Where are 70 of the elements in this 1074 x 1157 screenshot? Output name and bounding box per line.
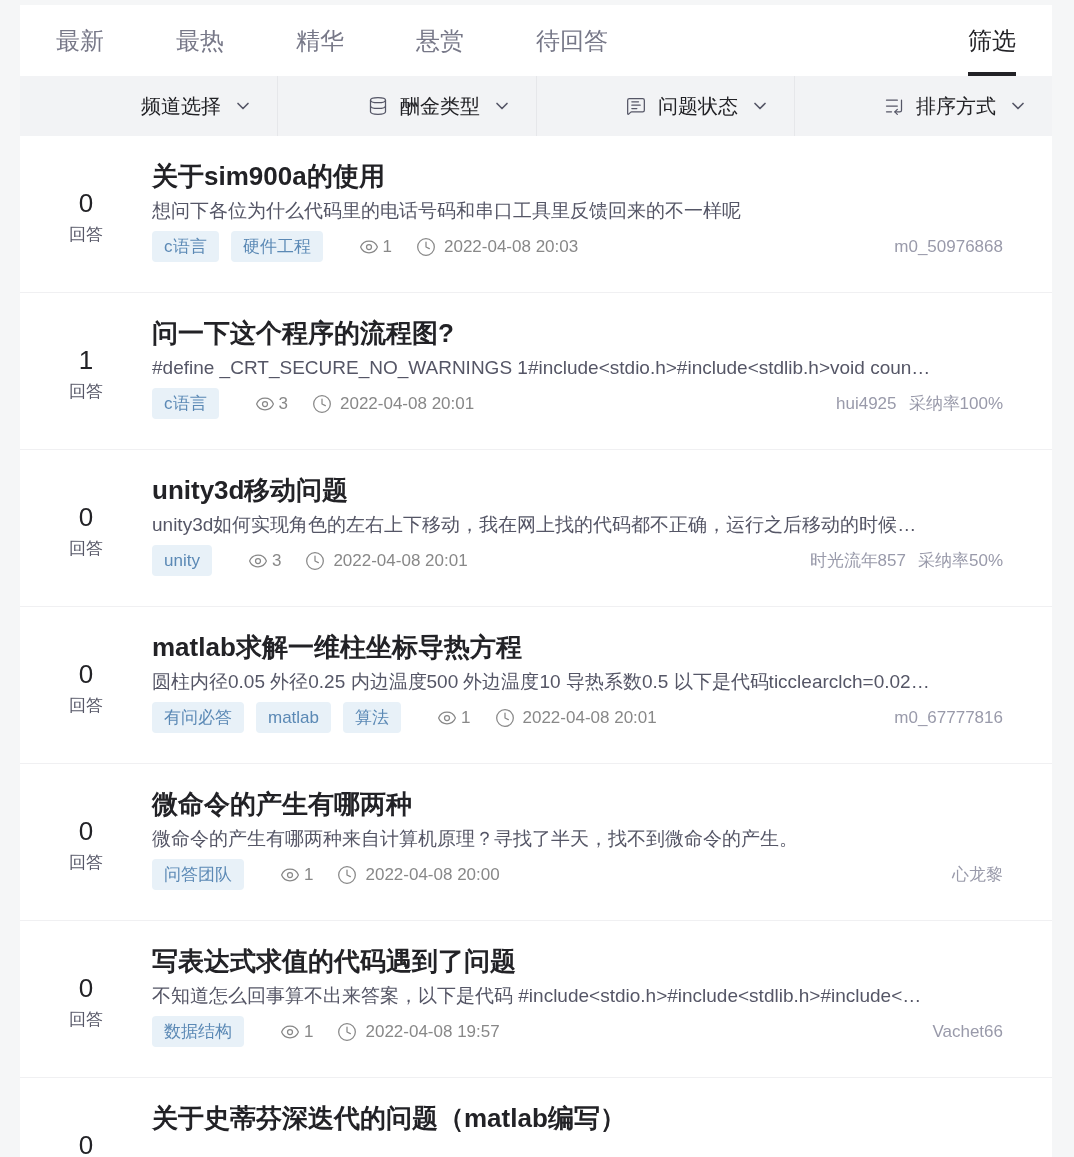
tag[interactable]: 算法 (343, 702, 402, 733)
tab[interactable]: 最热 (176, 5, 224, 76)
question-title[interactable]: 微命令的产生有哪两种 (152, 786, 1003, 822)
tag[interactable]: c语言 (152, 231, 219, 262)
accept-rate: 采纳率50% (917, 549, 1003, 572)
filter-dropdown[interactable]: 排序方式 (794, 76, 1052, 136)
answer-label: 回答 (69, 381, 103, 403)
author-name[interactable]: 心龙黎 (952, 861, 1003, 888)
post-time: 2022-04-08 20:01 (339, 392, 475, 415)
question-title[interactable]: 写表达式求值的代码遇到了问题 (152, 943, 1003, 979)
author-name[interactable]: m0_50976868 (894, 233, 1003, 260)
view-count: 1 (304, 1020, 314, 1043)
author-name[interactable]: 时光流年857 (809, 547, 906, 574)
question-description: 圆柱内径0.05 外径0.25 内边温度500 外边温度10 导热系数0.5 以下是代码ticclearclch=0.02… (152, 670, 931, 694)
post-time: 2022-04-08 20:01 (333, 549, 468, 572)
tag[interactable]: unity (152, 545, 212, 576)
clock-icon (311, 393, 332, 414)
tag[interactable]: matlab (256, 702, 332, 733)
answer-count: 0 (78, 973, 94, 1003)
answer-count: 0 (78, 1130, 94, 1157)
tab[interactable]: 悬赏 (416, 5, 464, 76)
post-time: 2022-04-08 20:01 (522, 706, 657, 729)
answer-label: 回答 (69, 1009, 103, 1031)
question-description: 想问下各位为什么代码里的电话号码和串口工具里反馈回来的不一样呢 (152, 199, 742, 223)
view-count: 3 (278, 392, 288, 415)
answer-label: 回答 (69, 224, 103, 246)
question-description: 不知道怎么回事算不出来答案，以下是代码 #include<stdio.h>#include<stdlib.h>#include<… (152, 984, 923, 1008)
tag[interactable]: 有问必答 (152, 702, 244, 733)
answer-count: 0 (78, 188, 94, 218)
post-time: 2022-04-08 20:00 (365, 863, 500, 886)
clock-icon (305, 550, 326, 571)
question-title[interactable]: 关于史蒂芬深迭代的问题（matlab编写） (152, 1100, 1003, 1136)
clock-icon (337, 864, 358, 885)
answer-count: 0 (78, 502, 94, 532)
clock-icon (337, 1021, 358, 1042)
question-title[interactable]: matlab求解一维柱坐标导热方程 (152, 629, 1003, 665)
question-description: #define _CRT_SECURE_NO_WARNINGS 1#include<stdio.h>#include<stdlib.h>void coun… (152, 356, 932, 381)
database-icon (367, 96, 388, 116)
message-icon (625, 96, 646, 116)
tag[interactable]: c语言 (152, 388, 219, 419)
author-name[interactable]: hui4925 (836, 390, 897, 417)
question-title[interactable]: unity3d移动问题 (152, 472, 1003, 508)
tab[interactable]: 筛选 (968, 5, 1016, 76)
tab[interactable]: 精华 (296, 5, 344, 76)
answer-count: 1 (78, 345, 94, 375)
accept-rate: 采纳率100% (908, 392, 1003, 415)
answer-label: 回答 (69, 695, 103, 717)
tab[interactable]: 最新 (56, 5, 104, 76)
question-description: unity3d如何实现角色的左右上下移动，我在网上找的代码都不正确，运行之后移动的时候… (152, 513, 918, 537)
post-time: 2022-04-08 20:03 (443, 235, 579, 258)
question-title[interactable]: 问一下这个程序的流程图? (152, 315, 1003, 351)
tag[interactable]: 硬件工程 (230, 231, 323, 262)
answer-count: 0 (78, 659, 94, 689)
view-count: 1 (304, 863, 314, 886)
question-description: 微命令的产生有哪两种来自计算机原理？寻找了半天，找不到微命令的产生。 (152, 827, 799, 851)
author-name[interactable]: m0_67777816 (894, 704, 1003, 731)
clock-icon (415, 236, 436, 257)
answer-label: 回答 (69, 538, 103, 560)
view-count: 3 (271, 549, 282, 572)
tag[interactable]: 数据结构 (152, 1016, 244, 1047)
post-time: 2022-04-08 19:57 (365, 1020, 500, 1043)
tag[interactable]: 问答团队 (152, 859, 244, 890)
author-name[interactable]: Vachet66 (932, 1018, 1003, 1045)
question-title[interactable]: 关于sim900a的使用 (152, 158, 1003, 194)
tab[interactable]: 待回答 (536, 5, 608, 76)
answer-count: 0 (78, 816, 94, 846)
view-count: 1 (461, 706, 471, 729)
view-count: 1 (382, 235, 392, 258)
answer-label: 回答 (69, 852, 103, 874)
clock-icon (494, 707, 515, 728)
